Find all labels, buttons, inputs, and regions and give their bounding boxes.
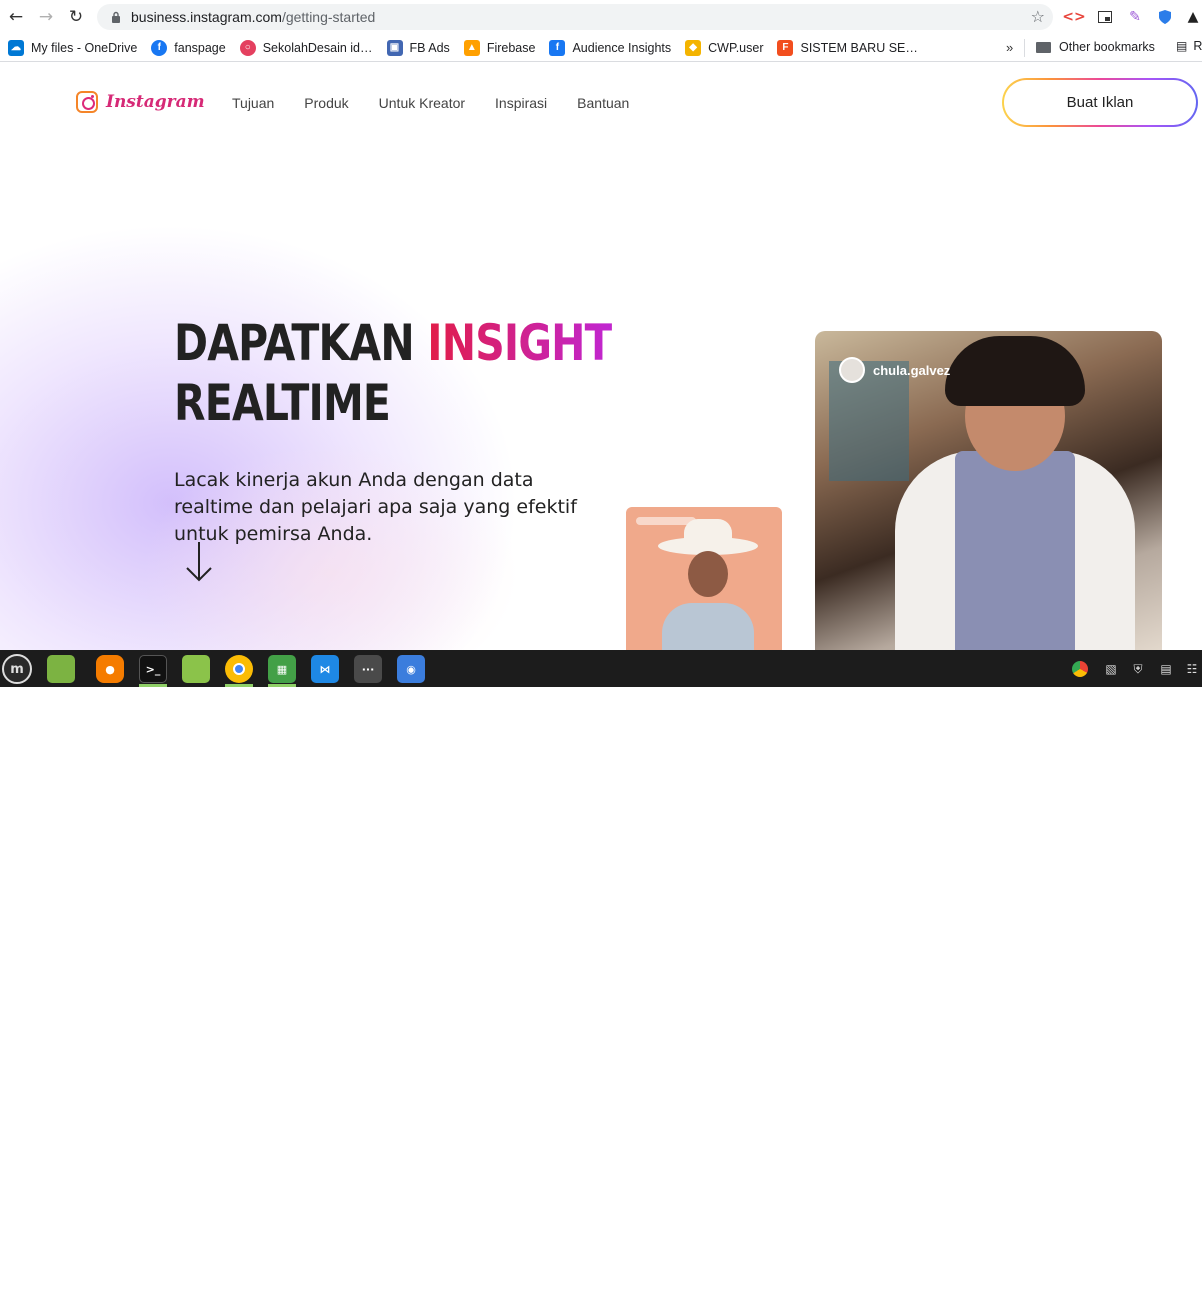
bookmarks-bar: ☁ My files - OneDrive f fanspage ○ SekolahD… — [0, 34, 1202, 62]
instagram-glyph-icon — [76, 91, 98, 113]
bookmarks-divider — [1024, 39, 1025, 57]
chrome-icon[interactable] — [225, 655, 253, 683]
url-host: business.instagram.com — [131, 9, 282, 25]
handle-name: chula.galvez — [873, 362, 951, 378]
notes-tray-icon[interactable]: ▤ — [1157, 660, 1175, 678]
image-icon: ▣ — [386, 39, 403, 56]
apron-shape — [955, 451, 1075, 650]
menu-icon[interactable]: m — [2, 654, 32, 684]
chrome-tray-icon[interactable] — [1071, 660, 1089, 678]
bookmark-item[interactable]: f fanspage — [151, 39, 226, 56]
taskbar-badge: 3 — [267, 1302, 273, 1311]
bookmark-item[interactable]: ☁ My files - OneDrive — [8, 39, 138, 56]
desktop-icon[interactable] — [47, 655, 75, 683]
app-icon[interactable]: ··· — [354, 655, 382, 683]
hat-crown-shape — [684, 519, 732, 545]
bookmark-label: SISTEM BARU SE… — [800, 40, 918, 55]
cwp-icon: ◆ — [685, 39, 702, 56]
bookmark-label: FB Ads — [409, 40, 450, 55]
url-path: /getting-started — [281, 9, 376, 25]
bookmark-item[interactable]: f Audience Insights — [549, 39, 672, 56]
other-bookmarks-button[interactable]: Other bookmarks — [1036, 40, 1155, 54]
hair-shape — [945, 336, 1085, 406]
avatar — [839, 357, 865, 383]
vscode-icon[interactable]: ⋈ — [311, 655, 339, 683]
picture-in-picture-icon[interactable] — [1094, 6, 1116, 28]
bookmark-item[interactable]: ▲ Firebase — [463, 39, 536, 56]
shield-extension-icon[interactable] — [1154, 6, 1176, 28]
pen-extension-icon[interactable]: ✎ — [1124, 6, 1146, 28]
facebook-icon: f — [151, 39, 168, 56]
reading-list-icon: ▤ — [1176, 39, 1188, 53]
spreadsheet-icon[interactable]: ▦ — [268, 655, 296, 683]
code-extension-icon[interactable]: <> — [1062, 6, 1085, 28]
clipboard-tray-icon[interactable]: ▧ — [1102, 660, 1120, 678]
os-taskbar: m ● >_ ▦ 3 ⋈ ··· ◉ ▧ ⛨ ▤ ☷ — [0, 650, 1202, 1311]
scroll-down-arrow-icon[interactable] — [184, 540, 214, 584]
folder-icon — [1036, 41, 1051, 53]
bookmark-label: My files - OneDrive — [31, 40, 138, 55]
bookmark-label: SekolahDesain id… — [262, 40, 373, 55]
address-bar[interactable]: business.instagram.com/getting-started ☆ — [97, 4, 1053, 30]
firefox-icon[interactable]: ● — [96, 655, 124, 683]
reading-list-button[interactable]: ▤ R — [1176, 39, 1202, 53]
files-icon[interactable] — [182, 655, 210, 683]
bookmark-label: Firebase — [486, 40, 536, 55]
screenshot-icon[interactable]: ◉ — [397, 655, 425, 683]
bookmark-item[interactable]: F SISTEM BARU SE… — [777, 39, 918, 56]
hero-headline: DAPATKAN INSIGHT REALTIME — [174, 313, 613, 433]
hero-subtext: Lacak kinerja akun Anda dengan data real… — [174, 469, 577, 545]
buat-iklan-label: Buat Iklan — [1004, 80, 1196, 125]
headline-line2: REALTIME — [174, 374, 391, 432]
nav-item-bantuan[interactable]: Bantuan — [577, 95, 629, 111]
bookmark-label: fanspage — [174, 40, 226, 55]
face-shape — [688, 551, 728, 597]
reload-icon[interactable]: ↻ — [61, 2, 91, 32]
nav-item-inspirasi[interactable]: Inspirasi — [495, 95, 547, 111]
extensions-puzzle-icon[interactable]: ▲ — [1182, 6, 1202, 28]
nav-item-produk[interactable]: Produk — [304, 95, 348, 111]
forward-icon[interactable]: → — [31, 2, 61, 32]
profile-handle: chula.galvez — [839, 357, 950, 383]
reading-list-label: R — [1193, 39, 1202, 53]
bookmark-item[interactable]: ▣ FB Ads — [386, 39, 450, 56]
creator-photo-main: chula.galvez — [815, 331, 1162, 650]
firebase-icon: ▲ — [463, 39, 480, 56]
url-text: business.instagram.com/getting-started — [131, 9, 375, 25]
headline-accent: INSIGHT — [427, 314, 612, 372]
terminal-icon[interactable]: >_ — [139, 655, 167, 683]
browser-toolbar: ← → ↻ business.instagram.com/getting-sta… — [0, 0, 1202, 34]
bookmark-star-icon[interactable]: ☆ — [1031, 7, 1045, 26]
shirt-shape — [662, 603, 754, 650]
nav-item-untuk-kreator[interactable]: Untuk Kreator — [379, 95, 465, 111]
network-tray-icon[interactable]: ☷ — [1183, 660, 1201, 678]
bookmark-label: CWP.user — [708, 40, 764, 55]
instagram-logo[interactable]: Instagram — [76, 91, 205, 113]
logo-wordmark: Instagram — [106, 92, 205, 112]
nav-item-tujuan[interactable]: Tujuan — [232, 95, 274, 111]
other-bookmarks-label: Other bookmarks — [1059, 40, 1155, 54]
headline-part1: DAPATKAN — [174, 314, 428, 372]
back-icon[interactable]: ← — [1, 2, 31, 32]
lock-icon[interactable] — [109, 10, 123, 24]
figma-icon: F — [777, 39, 794, 56]
shield-tray-icon[interactable]: ⛨ — [1129, 660, 1147, 678]
bookmark-item[interactable]: ◆ CWP.user — [685, 39, 764, 56]
bookmark-item[interactable]: ○ SekolahDesain id… — [239, 39, 373, 56]
onedrive-icon: ☁ — [8, 39, 24, 56]
instagram-icon: ○ — [239, 39, 256, 56]
facebook-icon: f — [549, 39, 566, 56]
more-bookmarks-button[interactable]: » — [1006, 40, 1013, 55]
bookmark-label: Audience Insights — [572, 40, 672, 55]
web-page: Instagram Tujuan Produk Untuk Kreator In… — [0, 63, 1202, 650]
creator-photo-small — [626, 507, 782, 650]
buat-iklan-button[interactable]: Buat Iklan — [1002, 78, 1198, 127]
main-nav: Tujuan Produk Untuk Kreator Inspirasi Ba… — [232, 95, 659, 111]
